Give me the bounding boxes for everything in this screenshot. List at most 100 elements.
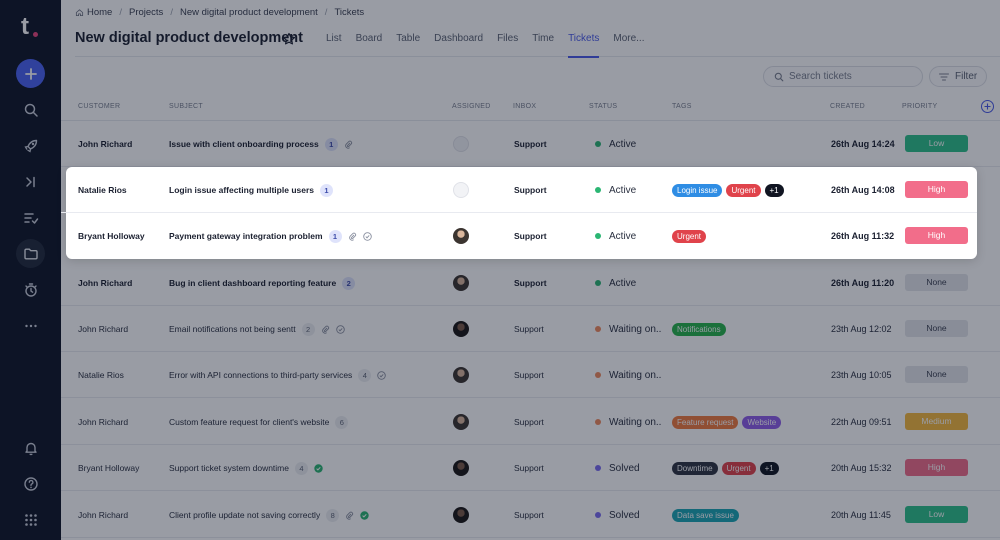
tag-chip[interactable]: Website — [742, 415, 782, 429]
ticket-subject[interactable]: Error with API connections to third-part… — [169, 370, 352, 380]
projects-nav-button[interactable] — [16, 239, 45, 268]
ticket-subject[interactable]: Custom feature request for client's webs… — [169, 417, 329, 427]
table-row[interactable]: Natalie Rios Login issue affecting multi… — [61, 167, 977, 213]
tab-tickets[interactable]: Tickets — [568, 24, 600, 58]
breadcrumb-home[interactable]: Home — [87, 7, 112, 18]
unassigned-avatar[interactable] — [453, 182, 469, 198]
search-tickets-input[interactable] — [789, 69, 917, 84]
launch-nav-button[interactable] — [16, 131, 45, 160]
app-logo[interactable]: t — [21, 14, 43, 40]
tag-chip[interactable]: Notifications — [672, 322, 726, 336]
help-nav-button[interactable] — [16, 469, 45, 498]
ticket-subject[interactable]: Login issue affecting multiple users — [169, 185, 314, 195]
status-label[interactable]: Solved — [609, 463, 640, 474]
customer-name[interactable]: Natalie Rios — [78, 352, 124, 398]
status-label[interactable]: Waiting on.. — [609, 417, 661, 428]
add-column-button[interactable] — [981, 100, 994, 113]
priority-badge[interactable]: Low — [905, 135, 968, 152]
star-icon[interactable] — [282, 32, 296, 46]
status-label[interactable]: Active — [609, 231, 636, 242]
notifications-nav-button[interactable] — [16, 433, 45, 462]
status-label[interactable]: Waiting on.. — [609, 324, 661, 335]
status-label[interactable]: Waiting on.. — [609, 370, 661, 381]
search-nav-button[interactable] — [16, 95, 45, 124]
tag-chip[interactable]: Downtime — [672, 461, 718, 475]
time-nav-button[interactable] — [16, 275, 45, 304]
status-label[interactable]: Active — [609, 185, 636, 196]
ticket-subject[interactable]: Email notifications not being sentt — [169, 324, 296, 334]
customer-name[interactable]: John Richard — [78, 121, 132, 167]
table-row[interactable]: John Richard Email notifications not bei… — [61, 306, 1000, 352]
column-customer[interactable]: CUSTOMER — [78, 103, 120, 110]
apps-nav-button[interactable] — [16, 505, 45, 534]
column-assigned[interactable]: ASSIGNED — [452, 103, 491, 110]
assignee-avatar[interactable] — [453, 228, 469, 244]
column-tags[interactable]: TAGS — [672, 103, 692, 110]
priority-badge[interactable]: None — [905, 274, 968, 291]
table-row[interactable]: Bryant Holloway Payment gateway integrat… — [61, 213, 977, 259]
tab-list[interactable]: List — [326, 24, 342, 57]
tag-chip[interactable]: Login issue — [672, 183, 723, 197]
table-row[interactable]: Bryant Holloway Support ticket system do… — [61, 445, 1000, 491]
tasks-nav-button[interactable] — [16, 203, 45, 232]
tab-board[interactable]: Board — [356, 24, 383, 57]
assignee-avatar[interactable] — [453, 321, 469, 337]
ticket-subject[interactable]: Support ticket system downtime — [169, 463, 289, 473]
tag-more-chip[interactable]: +1 — [759, 461, 779, 475]
priority-badge[interactable]: Low — [905, 506, 968, 523]
table-row[interactable]: Natalie Rios Error with API connections … — [61, 352, 1000, 398]
more-nav-button[interactable] — [16, 311, 45, 340]
assignee-avatar[interactable] — [453, 507, 469, 523]
breadcrumb-projects[interactable]: Projects — [129, 7, 163, 18]
tag-chip[interactable]: Urgent — [721, 461, 756, 475]
tab-more[interactable]: More... — [613, 24, 644, 57]
tab-time[interactable]: Time — [532, 24, 554, 57]
priority-badge[interactable]: High — [905, 459, 968, 476]
customer-name[interactable]: Bryant Holloway — [78, 445, 139, 491]
ticket-subject[interactable]: Bug in client dashboard reporting featur… — [169, 278, 336, 288]
ticket-subject[interactable]: Payment gateway integration problem — [169, 231, 323, 241]
tag-chip[interactable]: Feature request — [672, 415, 739, 429]
column-created[interactable]: CREATED — [830, 103, 865, 110]
tag-chip[interactable]: Urgent — [726, 183, 761, 197]
customer-name[interactable]: John Richard — [78, 399, 128, 445]
priority-badge[interactable]: High — [905, 227, 968, 244]
table-row[interactable]: John Richard Bug in client dashboard rep… — [61, 260, 1000, 306]
assignee-avatar[interactable] — [453, 460, 469, 476]
filter-button[interactable]: Filter — [929, 66, 987, 87]
priority-badge[interactable]: Medium — [905, 413, 968, 430]
column-subject[interactable]: SUBJECT — [169, 103, 203, 110]
tag-chip[interactable]: Urgent — [672, 229, 707, 243]
tab-dashboard[interactable]: Dashboard — [434, 24, 483, 57]
tag-more-chip[interactable]: +1 — [764, 183, 784, 197]
tab-files[interactable]: Files — [497, 24, 518, 57]
status-label[interactable]: Solved — [609, 510, 640, 521]
table-row[interactable]: John Richard Custom feature request for … — [61, 399, 1000, 445]
table-row[interactable]: John Richard Issue with client onboardin… — [61, 121, 1000, 167]
customer-name[interactable]: John Richard — [78, 492, 128, 538]
breadcrumb-project[interactable]: New digital product development — [180, 7, 318, 18]
customer-name[interactable]: John Richard — [78, 306, 128, 352]
unassigned-avatar[interactable] — [453, 136, 469, 152]
customer-name[interactable]: Bryant Holloway — [78, 213, 145, 259]
table-row[interactable]: John Richard Client profile update not s… — [61, 492, 1000, 538]
column-inbox[interactable]: INBOX — [513, 103, 536, 110]
assignee-avatar[interactable] — [453, 275, 469, 291]
tag-chip[interactable]: Data save issue — [672, 508, 739, 522]
assignee-avatar[interactable] — [453, 367, 469, 383]
collapse-nav-button[interactable] — [16, 167, 45, 196]
status-label[interactable]: Active — [609, 278, 636, 289]
assignee-avatar[interactable] — [453, 414, 469, 430]
status-label[interactable]: Active — [609, 139, 636, 150]
priority-badge[interactable]: High — [905, 181, 968, 198]
column-priority[interactable]: PRIORITY — [902, 103, 937, 110]
customer-name[interactable]: John Richard — [78, 260, 132, 306]
tab-table[interactable]: Table — [396, 24, 420, 57]
create-button[interactable] — [16, 59, 45, 88]
priority-badge[interactable]: None — [905, 320, 968, 337]
ticket-subject[interactable]: Issue with client onboarding process — [169, 139, 319, 149]
ticket-subject[interactable]: Client profile update not saving correct… — [169, 510, 320, 520]
column-status[interactable]: STATUS — [589, 103, 617, 110]
customer-name[interactable]: Natalie Rios — [78, 167, 127, 213]
priority-badge[interactable]: None — [905, 366, 968, 383]
